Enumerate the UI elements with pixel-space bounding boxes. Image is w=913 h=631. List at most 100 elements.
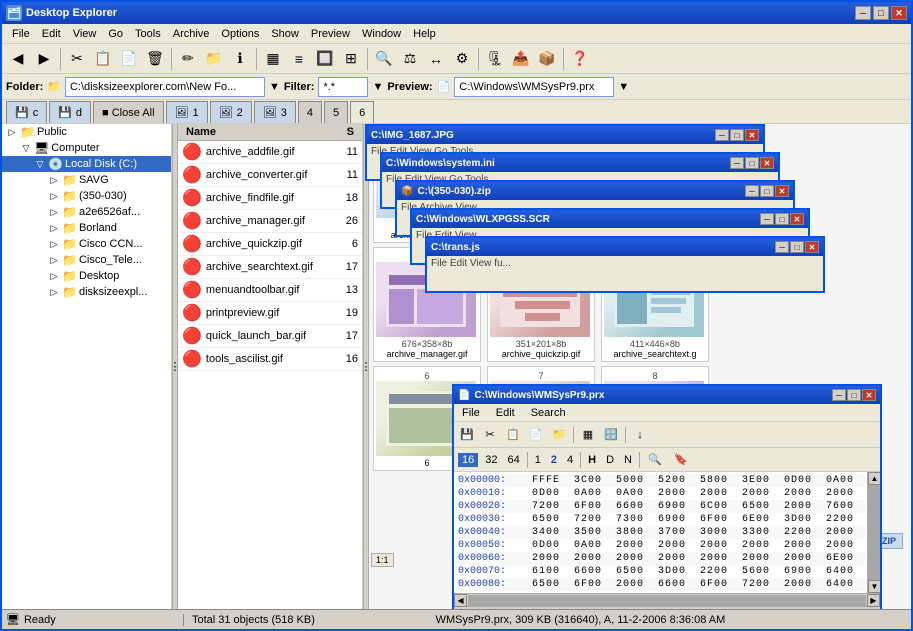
hex-mode-n[interactable]: N — [621, 453, 635, 467]
menu-window[interactable]: Window — [356, 26, 407, 42]
filter-input[interactable] — [318, 77, 368, 97]
cut-button[interactable]: ✂ — [65, 47, 89, 71]
hex-minimize-btn[interactable]: ─ — [832, 389, 846, 401]
rename-button[interactable]: ✏ — [176, 47, 200, 71]
tree-item-desktop[interactable]: ▷ 📁 Desktop — [2, 268, 171, 284]
hex-menu-search[interactable]: Search — [527, 406, 570, 420]
hex-scroll-down-btn[interactable]: ▼ — [868, 580, 880, 593]
hex-hscroll-thumb[interactable] — [468, 595, 866, 606]
hex-grid-btn[interactable]: ▦ — [577, 425, 599, 445]
tree-toggle-computer[interactable]: ▽ — [20, 142, 32, 154]
tree-item-localdisk[interactable]: ▽ 💿 Local Disk (C:) — [2, 156, 171, 172]
sync-button[interactable]: ↔ — [424, 47, 448, 71]
tree-item-savg[interactable]: ▷ 📁 SAVG — [2, 172, 171, 188]
file-item-7[interactable]: 🔴 printpreview.gif 19 — [178, 302, 362, 325]
forward-button[interactable]: ▶ — [32, 47, 56, 71]
hex-bytes-2[interactable]: 2 — [548, 453, 560, 467]
tree-toggle-public[interactable]: ▷ — [6, 126, 18, 138]
tree-toggle-desktop[interactable]: ▷ — [48, 270, 60, 282]
hex-open-btn[interactable]: 📁 — [548, 425, 570, 445]
maximize-button[interactable]: □ — [873, 6, 889, 20]
file-item-3[interactable]: 🔴 archive_manager.gif 26 — [178, 210, 362, 233]
file-item-5[interactable]: 🔴 archive_searchtext.gif 17 — [178, 256, 362, 279]
tree-toggle-disksize[interactable]: ▷ — [48, 286, 60, 298]
tree-toggle-borland[interactable]: ▷ — [48, 222, 60, 234]
properties-button[interactable]: ℹ — [228, 47, 252, 71]
menu-go[interactable]: Go — [102, 26, 129, 42]
tab-5[interactable]: 5 — [324, 101, 348, 123]
hex-menu-file[interactable]: File — [458, 406, 484, 420]
close-button[interactable]: ✕ — [891, 6, 907, 20]
float-close-sysini[interactable]: ✕ — [760, 157, 774, 169]
hex-maximize-btn[interactable]: □ — [847, 389, 861, 401]
tab-d[interactable]: 💾 d — [49, 101, 91, 123]
hex-scroll-up-btn[interactable]: ▲ — [868, 472, 880, 485]
tree-toggle-a2e6[interactable]: ▷ — [48, 206, 60, 218]
menu-file[interactable]: File — [6, 26, 36, 42]
float-minimize-zip350[interactable]: ─ — [745, 185, 759, 197]
tree-item-disksize[interactable]: ▷ 📁 disksizeexpl... — [2, 284, 171, 300]
menu-edit[interactable]: Edit — [36, 26, 67, 42]
menu-options[interactable]: Options — [215, 26, 265, 42]
hex-down-btn[interactable]: ↓ — [629, 425, 651, 445]
tree-toggle-cisco-tele[interactable]: ▷ — [48, 254, 60, 266]
file-item-2[interactable]: 🔴 archive_findfile.gif 18 — [178, 187, 362, 210]
tab-1[interactable]: 🖼 1 — [166, 101, 208, 123]
hex-scroll-right-btn[interactable]: ▶ — [867, 594, 880, 607]
hex-save-btn[interactable]: 💾 — [456, 425, 478, 445]
tree-toggle-savg[interactable]: ▷ — [48, 174, 60, 186]
compare-button[interactable]: ⚖ — [398, 47, 422, 71]
hex-cut-btn[interactable]: ✂ — [479, 425, 501, 445]
hex-scroll-thumb[interactable] — [868, 485, 880, 580]
hex-bytes-4[interactable]: 4 — [564, 453, 576, 467]
delete-button[interactable]: 🗑 — [143, 47, 167, 71]
file-item-6[interactable]: 🔴 menuandtoolbar.gif 13 — [178, 279, 362, 302]
file-item-1[interactable]: 🔴 archive_converter.gif 11 — [178, 164, 362, 187]
hex-bytes-64[interactable]: 64 — [505, 453, 523, 467]
tab-c[interactable]: 💾 c — [6, 101, 47, 123]
archive-button[interactable]: 📦 — [535, 47, 559, 71]
float-maximize-img1687[interactable]: □ — [730, 129, 744, 141]
file-item-9[interactable]: 🔴 tools_ascilist.gif 16 — [178, 348, 362, 371]
float-close-img1687[interactable]: ✕ — [745, 129, 759, 141]
menu-show[interactable]: Show — [265, 26, 305, 42]
tree-toggle-350030[interactable]: ▷ — [48, 190, 60, 202]
float-close-zip350[interactable]: ✕ — [775, 185, 789, 197]
view2-button[interactable]: ≡ — [287, 47, 311, 71]
hex-bookmark-btn[interactable]: 🔖 — [670, 450, 692, 470]
float-maximize-wlxpgss[interactable]: □ — [775, 213, 789, 225]
file-item-8[interactable]: 🔴 quick_launch_bar.gif 17 — [178, 325, 362, 348]
hex-menu-edit[interactable]: Edit — [492, 406, 519, 420]
tree-item-cisco-tele[interactable]: ▷ 📁 Cisco_Tele... — [2, 252, 171, 268]
hex-copy-btn[interactable]: 📋 — [502, 425, 524, 445]
hex-scrollbar[interactable]: ▲ ▼ — [867, 472, 880, 593]
view3-button[interactable]: 🔲 — [313, 47, 337, 71]
tree-item-cisco-ccn[interactable]: ▷ 📁 Cisco CCN... — [2, 236, 171, 252]
paste-button[interactable]: 📄 — [117, 47, 141, 71]
hex-bytes-1[interactable]: 1 — [532, 453, 544, 467]
hex-paste-btn[interactable]: 📄 — [525, 425, 547, 445]
folder-input[interactable] — [65, 77, 265, 97]
tab-close-all[interactable]: ■ Close All — [93, 101, 164, 123]
float-maximize-zip350[interactable]: □ — [760, 185, 774, 197]
hex-mode-h[interactable]: H — [585, 453, 599, 467]
float-minimize-sysini[interactable]: ─ — [730, 157, 744, 169]
float-close-transjs[interactable]: ✕ — [805, 241, 819, 253]
tree-item-computer[interactable]: ▽ 🖥 Computer — [2, 140, 171, 156]
tree-item-borland[interactable]: ▷ 📁 Borland — [2, 220, 171, 236]
tree-item-a2e6[interactable]: ▷ 📁 a2e6526af... — [2, 204, 171, 220]
float-close-wlxpgss[interactable]: ✕ — [790, 213, 804, 225]
float-minimize-transjs[interactable]: ─ — [775, 241, 789, 253]
menu-preview[interactable]: Preview — [305, 26, 356, 42]
tree-item-350030[interactable]: ▷ 📁 (350-030) — [2, 188, 171, 204]
tab-6[interactable]: 6 — [350, 101, 374, 123]
hex-bytes-16[interactable]: 16 — [458, 453, 478, 467]
tab-3[interactable]: 🖼 3 — [254, 101, 296, 123]
hex-hscrollbar[interactable]: ◀ ▶ — [454, 593, 880, 606]
tree-toggle-cisco-ccn[interactable]: ▷ — [48, 238, 60, 250]
hex-mode-d[interactable]: D — [603, 453, 617, 467]
file-item-4[interactable]: 🔴 archive_quickzip.gif 6 — [178, 233, 362, 256]
menu-tools[interactable]: Tools — [129, 26, 167, 42]
minimize-button[interactable]: ─ — [855, 6, 871, 20]
tab-2[interactable]: 🖼 2 — [210, 101, 252, 123]
